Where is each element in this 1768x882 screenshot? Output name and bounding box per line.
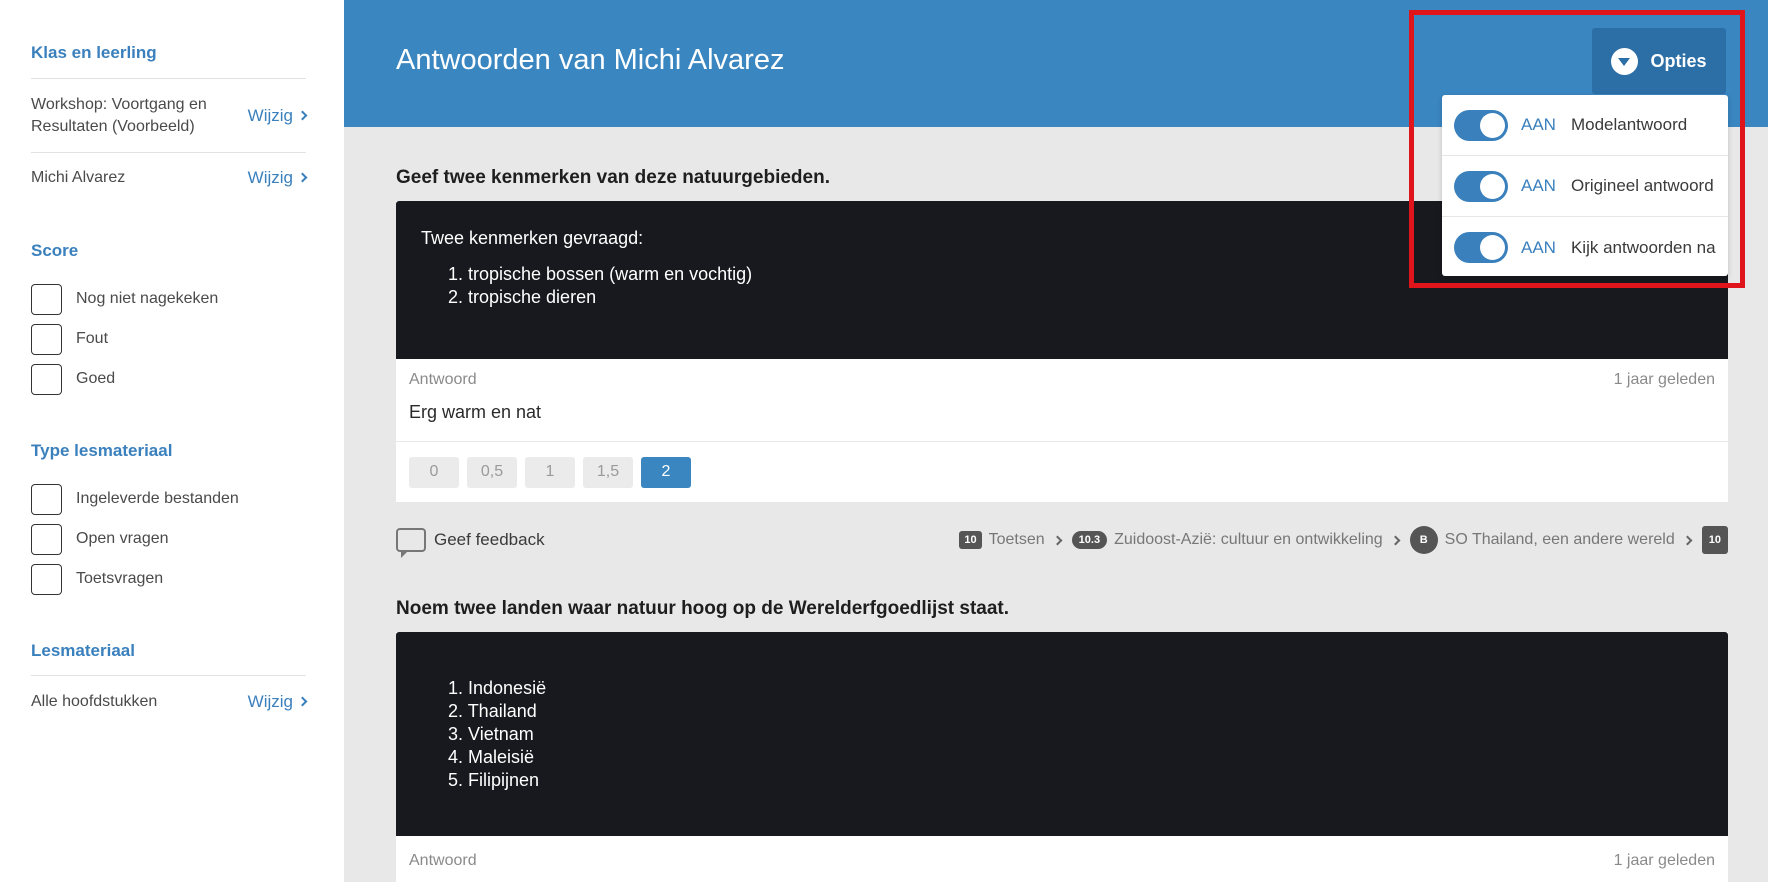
change-material-label: Wijzig [247,691,293,711]
answer-text: Erg warm en nat [409,402,542,422]
score-button[interactable]: 1,5 [583,456,633,488]
checkbox[interactable] [31,523,62,555]
answer-timestamp: 1 jaar geleden [1613,371,1715,388]
toggle-switch[interactable] [1454,232,1508,263]
option-original-answer[interactable]: AAN Origineel antwoord [1442,156,1728,217]
breadcrumb-link[interactable]: Toetsen [989,531,1045,549]
type-filter-list: Ingeleverde bestanden Open vragen Toetsv… [31,479,239,599]
checkbox-label: Goed [76,370,116,387]
section-title-class: Klas en leerling [31,43,157,62]
page-title: Antwoorden van Michi Alvarez [396,44,785,76]
student-row: Michi Alvarez Wijzig [31,152,308,202]
checkbox-label: Toetsvragen [76,570,164,587]
breadcrumb-link[interactable]: SO Thailand, een andere wereld [1445,531,1675,549]
change-class-label: Wijzig [247,105,293,125]
give-feedback-button[interactable]: Geef feedback [396,528,545,558]
answer-label: Antwoord [409,852,477,869]
options-label: Opties [1650,50,1707,71]
section-title-score: Score [31,241,79,260]
score-button[interactable]: 0 [409,456,459,488]
type-filter-files[interactable]: Ingeleverde bestanden [31,479,239,519]
list-item: 4. Maleisië [448,747,535,767]
section-title-type: Type lesmateriaal [31,441,173,460]
change-student-label: Wijzig [247,167,293,187]
score-filter-not-graded[interactable]: Nog niet nagekeken [31,279,218,319]
breadcrumb-badge: B [1409,526,1438,554]
checkbox[interactable] [31,563,62,595]
checkbox[interactable] [31,483,62,515]
score-button[interactable]: 1 [525,456,575,488]
change-class-link[interactable]: Wijzig [247,105,308,126]
list-item: 3. Vietnam [448,724,534,744]
option-review-answers[interactable]: AAN Kijk antwoorden na [1442,217,1728,278]
feedback-row: Geef feedback 10 Toetsen 10.3 Zuidoost-A… [396,524,1728,558]
list-item: 2. Thailand [448,701,537,721]
answer-meta: Antwoord 1 jaar geleden [396,836,1728,882]
score-filter-list: Nog niet nagekeken Fout Goed [31,279,218,399]
feedback-label: Geef feedback [434,530,545,549]
toggle-state: AAN [1521,176,1556,195]
checkbox[interactable] [31,283,62,315]
question-title: Noem twee landen waar natuur hoog op de … [396,598,1010,619]
chevron-right-icon [297,696,308,707]
breadcrumb-badge: 10 [959,531,982,549]
chevron-right-icon [1052,535,1063,545]
chevron-right-icon [297,172,308,183]
change-student-link[interactable]: Wijzig [247,167,308,188]
model-answer-block: 1. Indonesië 2. Thailand 3. Vietnam 4. M… [396,632,1728,836]
checkbox[interactable] [31,323,62,355]
answer-label: Antwoord [409,371,477,388]
breadcrumb-badge: 10 [1701,526,1728,554]
toggle-state: AAN [1521,237,1556,257]
class-name: Workshop: Voortgang en Resultaten (Voorb… [31,95,207,135]
option-model-answer[interactable]: AAN Modelantwoord [1442,95,1728,156]
checkbox[interactable] [31,363,62,395]
breadcrumb-link[interactable]: Zuidoost-Azië: cultuur en ontwikkeling [1114,531,1383,549]
class-row: Workshop: Voortgang en Resultaten (Voorb… [31,78,308,152]
speech-bubble-icon [396,528,426,558]
checkbox-label: Ingeleverde bestanden [76,490,239,507]
list-item: 1. Indonesië [448,678,547,698]
options-dropdown: AAN Modelantwoord AAN Origineel antwoord… [1442,95,1728,276]
answer-card: 1. Indonesië 2. Thailand 3. Vietnam 4. M… [396,632,1728,882]
model-answer-list: 1. Indonesië 2. Thailand 3. Vietnam 4. M… [448,677,1703,792]
score-buttons: 0 0,5 1 1,5 2 [396,441,1728,502]
chevron-right-icon [1390,535,1401,545]
score-filter-wrong[interactable]: Fout [31,319,218,359]
material-name: Alle hoofdstukken [31,692,158,710]
question-title: Geef twee kenmerken van deze natuurgebie… [396,167,830,188]
toggle-knob [1480,235,1505,260]
caret-down-icon [1611,47,1639,75]
toggle-knob [1480,173,1505,199]
type-filter-open[interactable]: Open vragen [31,519,239,559]
student-name: Michi Alvarez [31,168,126,186]
answer-meta: Antwoord 1 jaar geleden [396,359,1728,394]
change-material-link[interactable]: Wijzig [247,691,308,712]
section-title-material: Lesmateriaal [31,641,135,660]
breadcrumb-badge: 10.3 [1071,531,1108,549]
checkbox-label: Fout [76,330,109,347]
list-item: 5. Filipijnen [448,770,540,790]
type-filter-test[interactable]: Toetsvragen [31,559,239,599]
chevron-right-icon [1682,535,1693,545]
toggle-switch[interactable] [1454,109,1508,141]
toggle-switch[interactable] [1454,170,1508,202]
answer-timestamp: 1 jaar geleden [1613,852,1715,869]
breadcrumb: 10 Toetsen 10.3 Zuidoost-Azië: cultuur e… [959,526,1728,554]
sidebar: Klas en leerling Workshop: Voortgang en … [0,0,344,882]
checkbox-label: Open vragen [76,530,169,547]
material-row: Alle hoofdstukken Wijzig [31,675,308,727]
score-button-selected[interactable]: 2 [641,456,691,488]
options-button[interactable]: Opties [1592,28,1726,94]
toggle-state: AAN [1521,115,1556,134]
chevron-right-icon [297,110,308,121]
list-item: 2. tropische dieren [448,287,597,307]
score-button[interactable]: 0,5 [467,456,517,488]
score-filter-correct[interactable]: Goed [31,359,218,399]
option-label: Modelantwoord [1570,115,1688,134]
option-label: Kijk antwoorden na [1570,237,1716,257]
option-label: Origineel antwoord [1570,176,1714,195]
toggle-knob [1480,112,1505,138]
checkbox-label: Nog niet nagekeken [76,290,219,307]
